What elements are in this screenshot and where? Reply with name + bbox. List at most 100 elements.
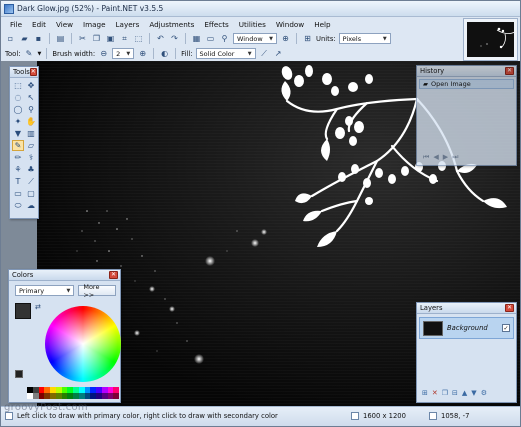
grid-icon[interactable]: ▦ [191, 33, 202, 44]
move-down-icon[interactable]: ▼ [471, 389, 476, 400]
color-wheel[interactable] [45, 306, 121, 382]
toolbar-separator [49, 33, 50, 44]
lasso-icon[interactable]: ◌ [12, 92, 24, 103]
image-size-icon [351, 412, 359, 420]
rounded-rectangle-icon[interactable]: ▢ [25, 188, 37, 199]
gradient-icon[interactable]: ▥ [25, 128, 37, 139]
paste-icon[interactable]: ▣ [105, 33, 116, 44]
fill-dropdown[interactable]: Solid Color ▼ [195, 48, 256, 59]
open-icon[interactable]: ▰ [19, 33, 30, 44]
save-icon[interactable]: ▪ [33, 33, 44, 44]
rectangle-select-icon[interactable]: ⬚ [12, 80, 24, 91]
layer-controls: ⊞ ✕ ❐ ⊟ ▲ ▼ ⚙ [419, 389, 514, 400]
menu-view[interactable]: View [51, 20, 78, 29]
ruler-icon[interactable]: ▭ [205, 33, 216, 44]
merge-layer-icon[interactable]: ⊟ [452, 389, 458, 400]
layer-properties-icon[interactable]: ⚙ [481, 389, 487, 400]
more-colors-button[interactable]: More >> [78, 283, 116, 299]
text-icon[interactable]: T [12, 176, 24, 187]
menu-effects[interactable]: Effects [199, 20, 233, 29]
menu-window[interactable]: Window [271, 20, 309, 29]
increase-icon[interactable]: ⊕ [137, 48, 148, 59]
colors-panel: Colors ✕ Primary ▼ More >> ⇄ [8, 269, 121, 403]
decrease-icon[interactable]: ⊖ [98, 48, 109, 59]
toolbar-separator [185, 33, 186, 44]
zoom-dropdown[interactable]: Window ▼ [233, 33, 277, 44]
pencil-icon[interactable]: ✏ [12, 152, 24, 163]
paint-bucket-icon[interactable]: ▼ [12, 128, 24, 139]
antialiasing-icon[interactable]: ⟋ [259, 48, 270, 59]
swap-colors-icon[interactable]: ⇄ [35, 303, 41, 311]
rewind-icon[interactable]: ⏮ [423, 153, 429, 163]
paintbrush-icon[interactable]: ✎ [24, 48, 35, 59]
pan-icon[interactable]: ✋ [25, 116, 37, 127]
color-mode-dropdown[interactable]: Primary ▼ [15, 285, 75, 296]
layer-visibility-checkbox[interactable]: ✓ [502, 324, 510, 332]
fast-forward-icon[interactable]: ⏭ [452, 153, 458, 163]
copy-icon[interactable]: ❐ [91, 33, 102, 44]
tool-label: Tool: [5, 49, 21, 58]
menu-file[interactable]: File [5, 20, 27, 29]
deselect-icon[interactable]: ⬚ [133, 33, 144, 44]
clone-stamp-icon[interactable]: ⚘ [12, 164, 24, 175]
units-dropdown[interactable]: Pixels ▼ [338, 33, 391, 44]
move-pixels-icon[interactable]: ✥ [25, 80, 37, 91]
close-icon[interactable]: ✕ [505, 67, 514, 75]
eraser-icon[interactable]: ▱ [25, 140, 37, 151]
toolbar-separator [149, 33, 150, 44]
redo-icon[interactable]: ↷ [169, 33, 180, 44]
image-size: 1600 x 1200 [363, 412, 406, 420]
close-icon[interactable]: ✕ [29, 68, 37, 76]
new-icon[interactable]: ▫ [5, 33, 16, 44]
layer-row[interactable]: Background ✓ [419, 317, 514, 339]
app-window: Dark Glow.jpg (52%) - Paint.NET v3.5.5 F… [0, 0, 521, 427]
paintbrush-tool-icon[interactable]: ✎ [12, 140, 24, 151]
palette-swatch[interactable] [113, 393, 119, 399]
history-panel-title: History [420, 67, 445, 75]
primary-color-swatch[interactable] [15, 303, 31, 319]
ellipse-select-icon[interactable]: ◯ [12, 104, 24, 115]
magic-wand-icon[interactable]: ✦ [12, 116, 24, 127]
zoom-in-icon[interactable]: ⊕ [280, 33, 291, 44]
menu-adjustments[interactable]: Adjustments [144, 20, 199, 29]
ellipse-icon[interactable]: ⬭ [12, 200, 24, 211]
duplicate-layer-icon[interactable]: ❐ [442, 389, 448, 400]
zoom-icon[interactable]: ⚲ [219, 33, 230, 44]
add-layer-icon[interactable]: ⊞ [422, 389, 428, 400]
move-up-icon[interactable]: ▲ [462, 389, 467, 400]
rectangle-icon[interactable]: ▭ [12, 188, 24, 199]
menu-edit[interactable]: Edit [27, 20, 51, 29]
blend-mode-icon[interactable]: ↗ [273, 48, 284, 59]
colors-panel-header: Colors ✕ [9, 270, 120, 281]
menu-layers[interactable]: Layers [111, 20, 145, 29]
chevron-down-icon[interactable]: ▼ [38, 51, 42, 57]
brush-width-dropdown[interactable]: 2 ▼ [112, 48, 135, 59]
close-icon[interactable]: ✕ [505, 304, 514, 312]
menu-image[interactable]: Image [78, 20, 111, 29]
image-tab-thumbnail[interactable] [463, 18, 518, 61]
antialias-icon[interactable]: ◐ [159, 48, 170, 59]
menu-help[interactable]: Help [309, 20, 335, 29]
delete-layer-icon[interactable]: ✕ [432, 389, 438, 400]
color-picker-icon[interactable]: ⚕ [25, 152, 37, 163]
recolor-icon[interactable]: ♣ [25, 164, 37, 175]
layer-name: Background [447, 324, 488, 332]
zoom-tool-icon[interactable]: ⚲ [25, 104, 37, 115]
print-icon[interactable]: ▤ [55, 33, 66, 44]
crop-icon[interactable]: ⌗ [119, 33, 130, 44]
units-value: Pixels [342, 34, 362, 43]
undo-icon[interactable]: ↶ [155, 33, 166, 44]
history-item[interactable]: ▰ Open Image [419, 79, 514, 89]
step-forward-icon[interactable]: ▶ [443, 153, 448, 163]
line-curve-icon[interactable]: ⟋ [25, 176, 37, 187]
step-back-icon[interactable]: ◀ [433, 153, 438, 163]
history-controls: ⏮ ◀ ▶ ⏭ [419, 153, 514, 163]
close-icon[interactable]: ✕ [109, 271, 118, 279]
cut-icon[interactable]: ✂ [77, 33, 88, 44]
app-icon [4, 4, 14, 14]
freeform-shape-icon[interactable]: ☁ [25, 200, 37, 211]
reset-colors-icon[interactable] [15, 370, 23, 378]
menu-utilities[interactable]: Utilities [234, 20, 271, 29]
color-palette[interactable] [27, 387, 119, 399]
move-selection-icon[interactable]: ↖ [25, 92, 37, 103]
